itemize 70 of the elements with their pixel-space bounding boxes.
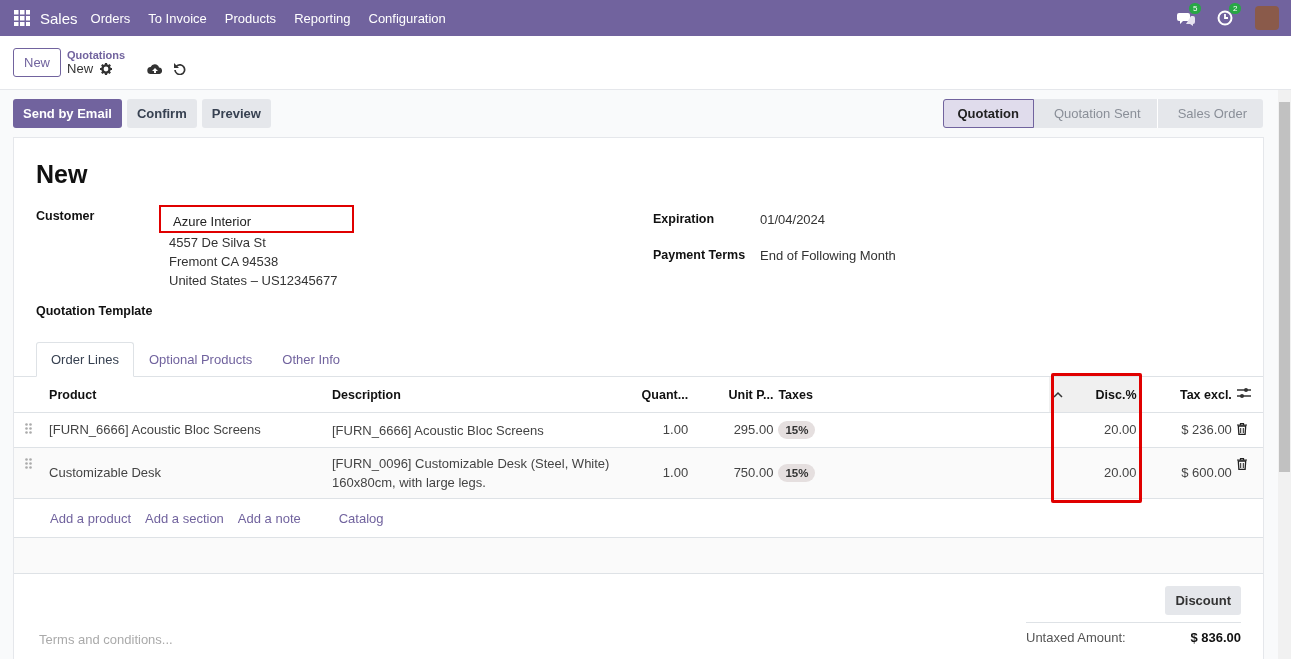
field-label: Customer [36, 208, 96, 223]
address-line: United States – US12345677 [168, 272, 339, 290]
column-label: Disc.% [1095, 387, 1137, 402]
scrollbar-thumb[interactable] [1279, 102, 1290, 472]
total-label: Untaxed Amount: [1026, 630, 1126, 645]
breadcrumb-link[interactable]: Quotations [67, 49, 126, 61]
notebook-tab[interactable]: Order Lines [36, 342, 134, 377]
table-cell: [FURN_6666] Acoustic Bloc Screens [49, 412, 332, 448]
tax-tag: 15% [778, 421, 816, 439]
notebook-tab[interactable]: Optional Products [133, 342, 268, 376]
action-button[interactable]: Confirm [126, 99, 197, 128]
add-link[interactable]: Add a section [145, 510, 224, 526]
table-cell-text: [FURN_6666] Acoustic Bloc Screens [332, 421, 545, 440]
field-label: Quotation Template [36, 303, 154, 318]
record-title: New [36, 160, 89, 189]
table-cell: $ 236.00 [1141, 412, 1237, 448]
add-link[interactable]: Add a note [237, 510, 301, 526]
sorted-column-header[interactable]: Disc.% [1049, 377, 1142, 413]
drag-handle-icon[interactable] [25, 423, 32, 434]
menu-item[interactable]: Reporting [294, 10, 351, 26]
column-header[interactable]: Product [49, 377, 332, 413]
action-button[interactable]: Send by Email [13, 99, 122, 128]
tax-tag: 15% [778, 464, 816, 482]
table-cell: 750.00 [693, 447, 779, 499]
app-name[interactable]: Sales [40, 9, 78, 27]
table-cell: $ 600.00 [1141, 447, 1237, 499]
count-badge: 5 [1189, 3, 1202, 14]
field-value[interactable]: 01/04/2024 [760, 208, 826, 227]
count-badge: 2 [1229, 3, 1242, 14]
column-header[interactable]: Tax excl. [1141, 377, 1237, 413]
total-value: $ 836.00 [1190, 630, 1241, 645]
clock-icon[interactable] [1217, 10, 1233, 26]
column-header[interactable]: Unit P... [693, 377, 779, 413]
field-label: Expiration [653, 211, 716, 226]
trash-icon[interactable] [1236, 458, 1247, 470]
gear-icon[interactable] [100, 62, 113, 75]
new-button[interactable]: New [13, 48, 61, 77]
table-cell: 1.00 [632, 447, 694, 499]
undo-icon[interactable] [173, 62, 187, 75]
table-cell: 295.00 [693, 412, 779, 448]
column-header[interactable]: Quant... [632, 377, 694, 413]
table-cell: Customizable Desk [49, 447, 332, 499]
drag-handle-icon[interactable] [25, 458, 32, 469]
menu-item[interactable]: Products [224, 10, 277, 26]
menu-item[interactable]: To Invoice [148, 10, 207, 26]
notebook-tab[interactable]: Other Info [267, 342, 356, 376]
action-button[interactable]: Preview [201, 99, 271, 128]
field-label: Payment Terms [653, 247, 747, 262]
trash-icon[interactable] [1236, 423, 1247, 435]
menu-item[interactable]: Orders [90, 10, 131, 26]
record-name: New [67, 61, 94, 76]
chevron-up-icon [1053, 391, 1064, 398]
discount-button[interactable]: Discount [1165, 586, 1241, 615]
add-link[interactable]: Add a product [50, 510, 132, 526]
status-step[interactable]: Quotation [942, 99, 1034, 128]
cloud-upload-icon[interactable] [147, 62, 164, 75]
column-header[interactable]: Description [332, 377, 633, 413]
table-cell: 20.00 [1049, 447, 1142, 499]
scrollbar[interactable] [1278, 90, 1291, 659]
menu-item[interactable]: Configuration [368, 10, 446, 26]
apps-grid-icon[interactable] [14, 10, 30, 26]
sliders-icon[interactable] [1236, 387, 1251, 399]
field-value[interactable]: End of Following Month [760, 244, 896, 263]
chat-bubbles-icon[interactable] [1177, 10, 1195, 26]
table-cell: 1.00 [632, 412, 694, 448]
address-line: 4557 De Silva St [168, 234, 267, 252]
table-cell-text: [FURN_0096] Customizable Desk (Steel, White) 160x80cm, with large legs. [332, 455, 611, 492]
add-link[interactable]: Catalog [338, 510, 384, 526]
customer-field[interactable]: Azure Interior [159, 205, 354, 233]
address-line: Fremont CA 94538 [168, 253, 280, 271]
